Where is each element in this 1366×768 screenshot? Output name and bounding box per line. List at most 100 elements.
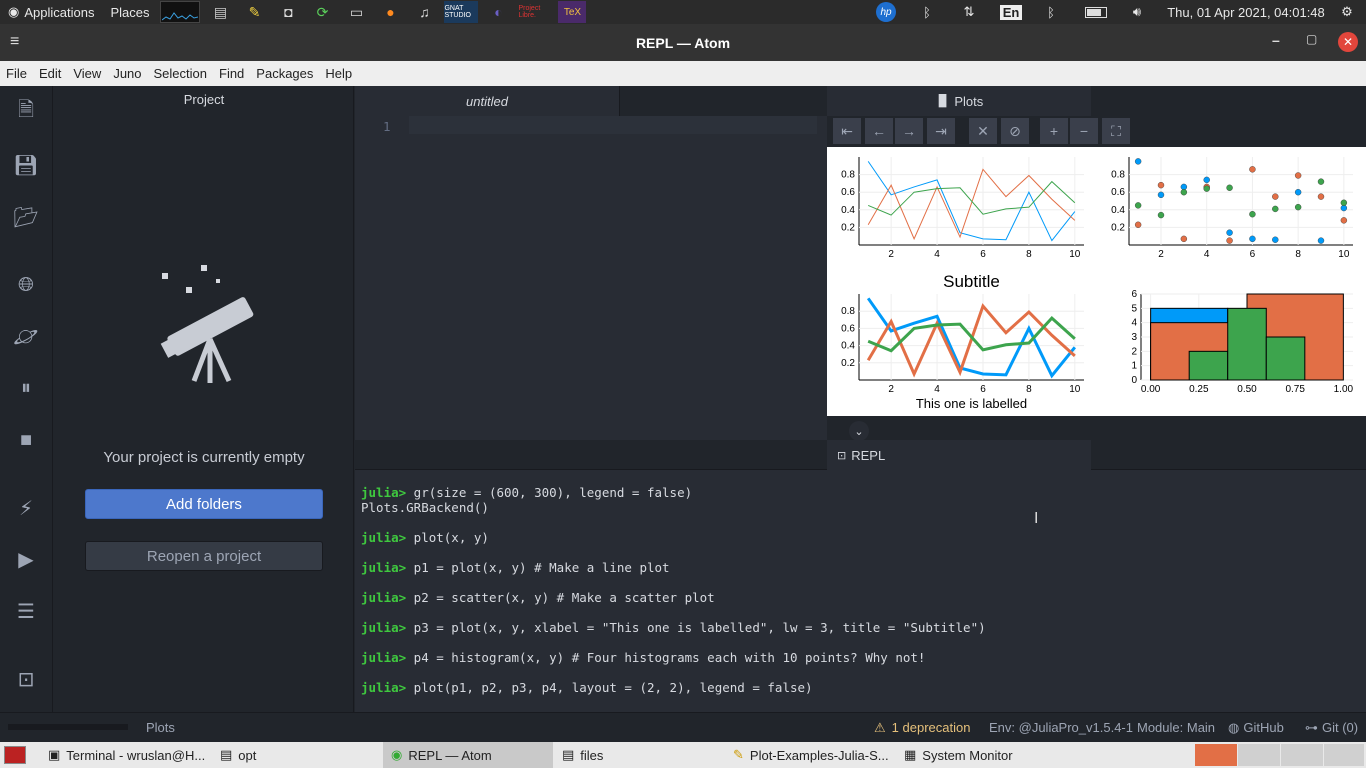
lightning-icon[interactable]: ⚡︎ — [12, 494, 40, 522]
status-plots[interactable]: Plots — [146, 720, 175, 735]
menu-selection[interactable]: Selection — [148, 66, 213, 81]
taskbar-opt[interactable]: ▤ opt — [212, 742, 382, 768]
menu-help[interactable]: Help — [319, 66, 358, 81]
screenshot-launcher-icon[interactable]: ◘ — [274, 1, 302, 23]
deprecation-indicator[interactable]: ⚠ 1 deprecation — [874, 720, 970, 736]
hp-icon[interactable]: hp — [874, 0, 898, 24]
taskbar-files-label: files — [580, 747, 604, 763]
system-monitor-launcher-icon[interactable] — [160, 1, 201, 23]
x-tick-label: 1.00 — [1334, 384, 1354, 395]
bluetooth-status-icon[interactable]: ᛒ — [1042, 0, 1060, 24]
github-button[interactable]: ◍ GitHub — [1228, 720, 1284, 736]
workspace-4[interactable] — [1324, 744, 1364, 766]
taskbar-atom[interactable]: ◉ REPL — Atom — [383, 742, 553, 768]
y-tick-label: 1 — [1131, 361, 1137, 372]
scatter-point — [1294, 189, 1302, 196]
refresh-launcher-icon[interactable]: ⟳ — [308, 1, 336, 23]
terminal-launcher-icon[interactable]: ▭ — [342, 1, 370, 23]
reopen-project-button[interactable]: Reopen a project — [85, 541, 323, 571]
repl-output[interactable]: julia> gr(size = (600, 300), legend = fa… — [361, 485, 1361, 710]
new-file-icon[interactable]: 🗎︎ — [12, 98, 40, 126]
first-plot-icon[interactable]: ⇤ — [833, 118, 861, 144]
julia-module[interactable]: Module: Main — [1137, 720, 1215, 735]
menu-edit[interactable]: Edit — [33, 66, 67, 81]
places-menu[interactable]: Places — [102, 5, 157, 20]
git-button[interactable]: ⊶ Git (0) — [1305, 720, 1358, 736]
repl-line: julia> p2 = scatter(x, y) # Make a scatt… — [361, 590, 1361, 605]
clock[interactable]: Thu, 01 Apr 2021, 04:01:48 — [1166, 0, 1326, 24]
menu-juno[interactable]: Juno — [107, 66, 147, 81]
battery-icon[interactable] — [1084, 0, 1108, 24]
tex-launcher-icon[interactable]: TeX — [558, 1, 587, 23]
tab-repl[interactable]: ⊡ REPL — [827, 440, 1091, 470]
scatter-point — [1249, 235, 1256, 243]
maximize-icon[interactable]: ▢ — [1306, 32, 1322, 52]
gnat-studio-launcher-icon[interactable]: GNAT STUDIO — [444, 1, 479, 23]
hamburger-menu-icon[interactable]: ≡ — [10, 34, 26, 50]
code-line[interactable] — [409, 116, 817, 134]
scatter-point — [1249, 166, 1256, 173]
open-folder-icon[interactable]: 📂︎ — [12, 203, 40, 231]
music-launcher-icon[interactable]: ♫ — [410, 1, 438, 23]
repl-line: julia> plot(x, y) — [361, 530, 1361, 545]
x-tick-label: 4 — [934, 249, 940, 260]
tab-untitled[interactable]: untitled — [355, 86, 620, 116]
keyboard-layout[interactable]: En — [999, 0, 1023, 24]
tab-plots[interactable]: ▐▌ Plots — [827, 86, 1091, 116]
close-window-icon[interactable]: ✕ — [1338, 32, 1358, 52]
network-transfer-icon[interactable]: ⇅ — [958, 0, 980, 24]
taskbar-files[interactable]: ▤ files — [554, 742, 724, 768]
system-menu-gear-icon[interactable]: ⚙ — [1336, 0, 1358, 24]
x-tick-label: 0.75 — [1285, 384, 1305, 395]
histogram-bar — [1227, 307, 1267, 381]
terminal-icon[interactable]: ⊡ — [12, 665, 40, 693]
volume-icon[interactable]: 🔊︎ — [1126, 0, 1148, 24]
menu-file[interactable]: File — [0, 66, 33, 81]
firefox-launcher-icon[interactable]: ● — [376, 1, 404, 23]
files-launcher-icon[interactable]: ▤ — [206, 1, 234, 23]
taskbar-plot-examples[interactable]: ✎ Plot-Examples-Julia-S... — [725, 742, 895, 768]
stop-icon[interactable]: ■ — [12, 426, 40, 454]
globe-icon[interactable]: 🌐︎ — [12, 271, 40, 299]
collapse-chevron-icon[interactable]: ⌄ — [849, 421, 869, 441]
terminal-app-icon: ▣ — [48, 747, 61, 762]
workspace-3[interactable] — [1281, 744, 1323, 766]
julia-env[interactable]: Env: @JuliaPro_v1.5.4-1 — [989, 720, 1133, 735]
taskbar-terminal[interactable]: ▣ Terminal - wruslan@H... — [40, 742, 212, 768]
eclipse-launcher-icon[interactable]: ◐ — [484, 1, 512, 23]
scatter-point — [1134, 202, 1142, 209]
zoom-in-icon[interactable]: + — [1040, 118, 1068, 144]
workspace-1[interactable] — [1195, 744, 1237, 766]
bluetooth-icon[interactable]: ᛒ — [918, 0, 936, 24]
menu-view[interactable]: View — [67, 66, 107, 81]
menu-packages[interactable]: Packages — [250, 66, 319, 81]
x-tick-label: 4 — [1204, 249, 1210, 260]
menu-find[interactable]: Find — [213, 66, 250, 81]
text-cursor-icon: I — [1034, 510, 1039, 527]
project-libre-launcher-icon[interactable]: Project Libre. — [518, 1, 552, 23]
add-folders-button[interactable]: Add folders — [85, 489, 323, 519]
delete-plot-icon[interactable]: ✕ — [969, 118, 997, 144]
applications-menu[interactable]: ◉ Applications — [0, 4, 102, 20]
fit-plot-icon[interactable]: ⛶ — [1102, 118, 1130, 144]
x-axis-label: This one is labelled — [916, 396, 1027, 411]
last-plot-icon[interactable]: ⇥ — [927, 118, 955, 144]
text-editor-launcher-icon[interactable]: ✎ — [240, 1, 268, 23]
run-icon[interactable]: ▶ — [12, 545, 40, 573]
taskbar-system-monitor[interactable]: ▦ System Monitor — [896, 742, 1066, 768]
git-icon: ⊶ — [1305, 720, 1318, 735]
save-icon[interactable]: 💾︎ — [12, 151, 40, 179]
workspace-2[interactable] — [1238, 744, 1280, 766]
minimize-icon[interactable]: – — [1272, 32, 1288, 52]
previous-plot-icon[interactable]: ← — [865, 118, 893, 144]
zoom-out-icon[interactable]: − — [1070, 118, 1098, 144]
format-lines-icon[interactable]: ☰ — [12, 597, 40, 625]
y-tick-label: 0.2 — [1111, 222, 1125, 233]
pause-icon[interactable]: ⏸︎ — [12, 374, 40, 402]
repl-line: julia> plot(p1, p2, p3, p4, layout = (2,… — [361, 680, 1361, 695]
next-plot-icon[interactable]: → — [895, 118, 923, 144]
clear-plots-icon[interactable]: ⊘ — [1001, 118, 1029, 144]
planet-icon[interactable]: 🪐︎ — [12, 322, 40, 350]
plot-canvas[interactable]: 2 4 6 8 100.20.40.60.82 4 6 8 100.20.40.60.82 4 6 8… — [827, 147, 1366, 416]
show-desktop-icon[interactable] — [4, 746, 26, 764]
